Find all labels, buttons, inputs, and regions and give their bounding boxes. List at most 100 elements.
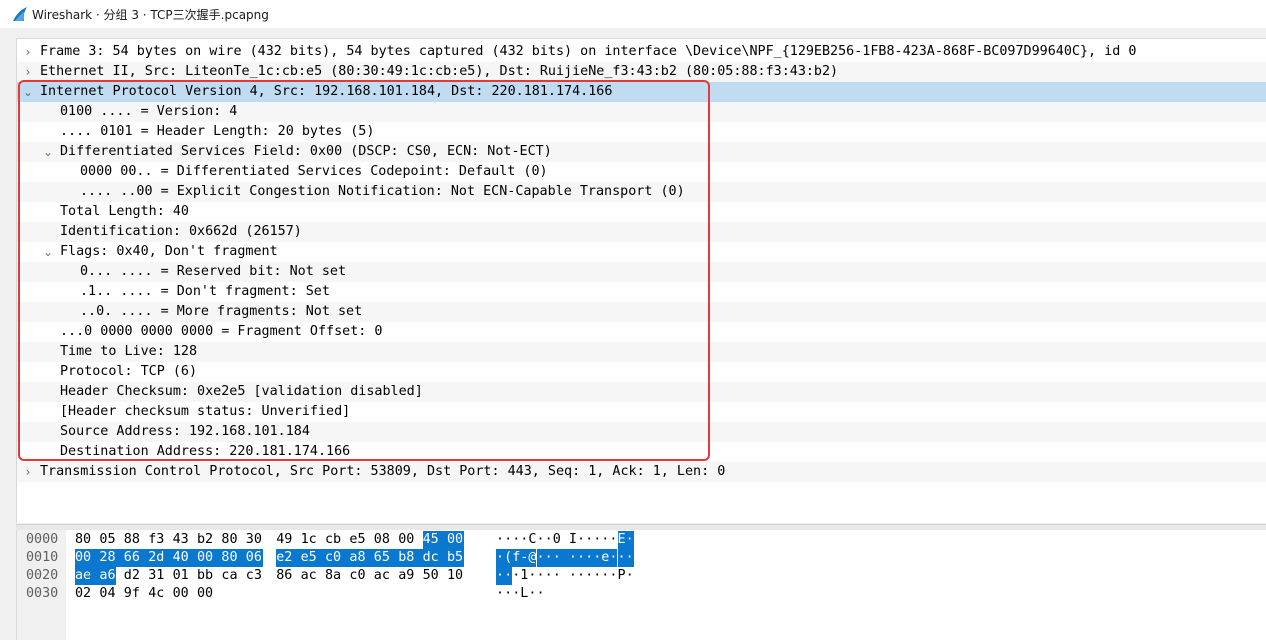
ascii-char[interactable]: · xyxy=(504,585,512,603)
expand-arrow-icon[interactable]: ⌄ xyxy=(42,242,54,262)
tree-field-row[interactable]: Source Address: 192.168.101.184 xyxy=(17,422,1266,442)
tree-node-row[interactable]: › Transmission Control Protocol, Src Port… xyxy=(17,462,1266,482)
tree-field-row[interactable]: [Header checksum status: Unverified] xyxy=(17,402,1266,422)
tree-item-label: Differentiated Services Field: 0x00 (DSC… xyxy=(60,144,552,159)
tree-field-row[interactable]: ...0 0000 0000 0000 = Fragment Offset: 0 xyxy=(17,322,1266,342)
ascii-char[interactable]: C xyxy=(528,531,536,549)
ascii-char[interactable]: · xyxy=(577,531,585,549)
ascii-char[interactable]: · xyxy=(585,549,594,567)
ascii-char[interactable]: @ xyxy=(528,549,537,567)
tree-item-label: ...0 0000 0000 0000 = Fragment Offset: 0 xyxy=(60,324,383,339)
tree-item-label: Identification: 0x662d (26157) xyxy=(60,224,302,239)
ascii-char[interactable]: 0 xyxy=(553,531,561,549)
ascii-row: · · · L · · xyxy=(17,585,717,603)
ascii-char[interactable]: · xyxy=(512,567,520,585)
packet-bytes-pane[interactable]: 0000 80 05 88 f3 43 b2 80 30 49 1c cb e5 08 00 45 00 · · · ·… xyxy=(16,530,1266,640)
ascii-char[interactable]: · xyxy=(512,585,520,603)
ascii-char[interactable]: · xyxy=(512,531,520,549)
ascii-char[interactable]: · xyxy=(601,567,609,585)
tree-item-label: [Header checksum status: Unverified] xyxy=(60,404,351,419)
ascii-char[interactable]: · xyxy=(626,567,634,585)
tree-node-row[interactable]: › Frame 3: 54 bytes on wire (432 bits), 5… xyxy=(17,42,1266,62)
ascii-char[interactable] xyxy=(560,549,569,567)
ascii-char[interactable]: - xyxy=(520,549,529,567)
ascii-char[interactable]: · xyxy=(528,567,536,585)
tree-field-row[interactable]: 0... .... = Reserved bit: Not set xyxy=(17,262,1266,282)
tree-node-row[interactable]: ⌄ Flags: 0x40, Don't fragment xyxy=(17,242,1266,262)
collapse-arrow-icon[interactable]: › xyxy=(22,462,34,482)
ascii-char[interactable]: · xyxy=(593,567,601,585)
ascii-char[interactable]: · xyxy=(617,549,626,567)
tree-node-row[interactable]: ⌄ Internet Protocol Version 4, Src: 192.1… xyxy=(17,82,1266,102)
tree-field-row[interactable]: Total Length: 40 xyxy=(17,202,1266,222)
ascii-char[interactable]: · xyxy=(601,531,609,549)
tree-node-row[interactable]: › Ethernet II, Src: LiteonTe_1c:cb:e5 (80… xyxy=(17,62,1266,82)
ascii-char[interactable]: P xyxy=(618,567,626,585)
ascii-char[interactable]: · xyxy=(545,567,553,585)
ascii-char[interactable]: · xyxy=(537,531,545,549)
ascii-char[interactable]: E xyxy=(617,531,626,549)
tree-field-row[interactable]: Header Checksum: 0xe2e5 [validation disa… xyxy=(17,382,1266,402)
ascii-char[interactable]: · xyxy=(609,531,617,549)
expand-arrow-icon[interactable]: ⌄ xyxy=(42,142,54,162)
ascii-char[interactable]: · xyxy=(625,531,634,549)
tree-item-label: ..0. .... = More fragments: Not set xyxy=(80,304,363,319)
ascii-char[interactable]: · xyxy=(577,567,585,585)
tree-field-row[interactable]: ..0. .... = More fragments: Not set xyxy=(17,302,1266,322)
tree-field-row[interactable]: .1.. .... = Don't fragment: Set xyxy=(17,282,1266,302)
tree-item-label: Flags: 0x40, Don't fragment xyxy=(60,244,278,259)
tree-item-label: 0100 .... = Version: 4 xyxy=(60,104,238,119)
tree-field-row[interactable]: Protocol: TCP (6) xyxy=(17,362,1266,382)
ascii-char[interactable]: f xyxy=(512,549,521,567)
ascii-char[interactable]: · xyxy=(577,549,586,567)
tree-item-label: .... 0101 = Header Length: 20 bytes (5) xyxy=(60,124,375,139)
ascii-char[interactable]: · xyxy=(544,549,553,567)
ascii-char[interactable]: · xyxy=(504,531,512,549)
tree-item-label: .... ..00 = Explicit Congestion Notifica… xyxy=(80,184,685,199)
ascii-char[interactable]: · xyxy=(625,549,634,567)
tree-item-label: .1.. .... = Don't fragment: Set xyxy=(80,284,330,299)
ascii-char[interactable] xyxy=(561,531,569,549)
tree-field-row[interactable]: Identification: 0x662d (26157) xyxy=(17,222,1266,242)
ascii-char[interactable]: · xyxy=(496,567,505,585)
ascii-char[interactable]: I xyxy=(569,531,577,549)
ascii-char[interactable]: · xyxy=(504,567,513,585)
ascii-char[interactable]: · xyxy=(537,585,545,603)
ascii-char[interactable]: · xyxy=(520,531,528,549)
ascii-char[interactable]: 1 xyxy=(520,567,528,585)
ascii-char[interactable]: · xyxy=(537,567,545,585)
expand-arrow-icon[interactable]: ⌄ xyxy=(22,82,34,102)
tree-item-label: 0... .... = Reserved bit: Not set xyxy=(80,264,347,279)
ascii-char[interactable]: · xyxy=(585,567,593,585)
ascii-char[interactable]: · xyxy=(536,549,545,567)
ascii-char[interactable]: · xyxy=(528,585,536,603)
tree-field-row[interactable]: .... ..00 = Explicit Congestion Notifica… xyxy=(17,182,1266,202)
collapse-arrow-icon[interactable]: › xyxy=(22,62,34,82)
ascii-char[interactable]: · xyxy=(496,531,504,549)
window-title: Wireshark · 分组 3 · TCP三次握手.pcapng xyxy=(32,8,269,22)
tree-field-row[interactable]: 0100 .... = Version: 4 xyxy=(17,102,1266,122)
ascii-char[interactable]: ( xyxy=(504,549,513,567)
ascii-char[interactable]: · xyxy=(585,531,593,549)
collapse-arrow-icon[interactable]: › xyxy=(22,42,34,62)
tree-node-row[interactable]: ⌄ Differentiated Services Field: 0x00 (DS… xyxy=(17,142,1266,162)
ascii-char[interactable]: L xyxy=(520,585,528,603)
ascii-char[interactable]: · xyxy=(568,549,577,567)
ascii-char[interactable]: · xyxy=(609,567,617,585)
ascii-char[interactable]: · xyxy=(609,549,618,567)
ascii-char[interactable]: · xyxy=(496,549,505,567)
ascii-char[interactable]: · xyxy=(552,549,561,567)
ascii-char[interactable]: · xyxy=(569,567,577,585)
ascii-char[interactable]: · xyxy=(553,567,561,585)
tree-field-row[interactable]: 0000 00.. = Differentiated Services Code… xyxy=(17,162,1266,182)
ascii-char[interactable] xyxy=(561,567,569,585)
ascii-char[interactable]: · xyxy=(496,585,504,603)
ascii-char[interactable]: · xyxy=(545,531,553,549)
tree-field-row[interactable]: Time to Live: 128 xyxy=(17,342,1266,362)
tree-field-row[interactable]: .... 0101 = Header Length: 20 bytes (5) xyxy=(17,122,1266,142)
ascii-char[interactable]: · xyxy=(593,531,601,549)
tree-field-row[interactable]: Destination Address: 220.181.174.166 xyxy=(17,442,1266,462)
ascii-char[interactable]: e xyxy=(601,549,610,567)
ascii-char[interactable]: · xyxy=(593,549,602,567)
packet-details-pane[interactable]: › Frame 3: 54 bytes on wire (432 bits), 5… xyxy=(16,38,1266,523)
